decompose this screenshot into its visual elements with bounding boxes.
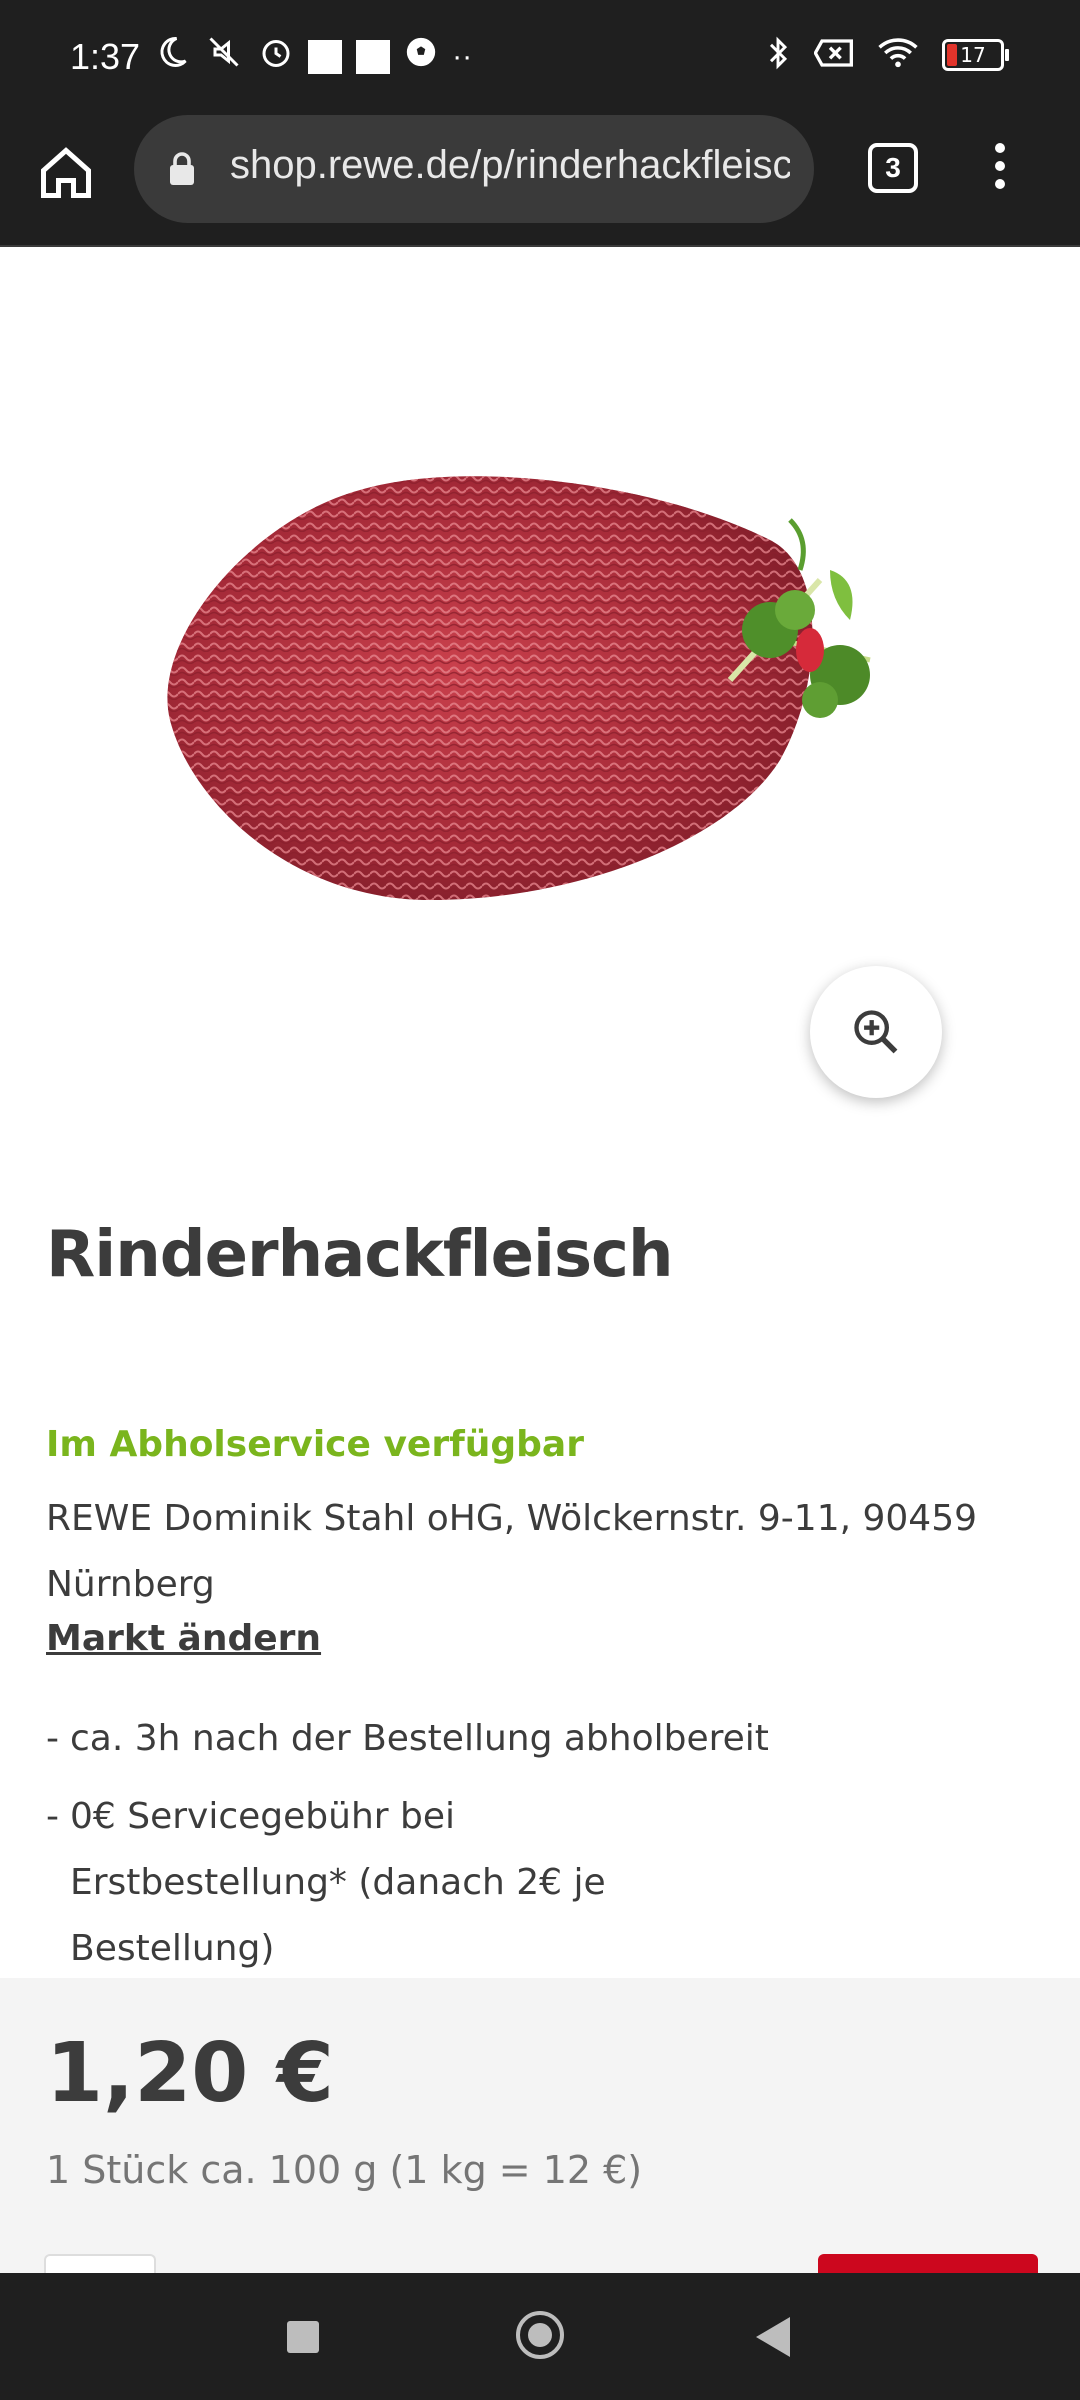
zoom-in-icon [854,1010,898,1054]
price: 1,20 € [46,2026,334,2121]
data-off-icon [813,37,854,73]
list-item: - 0€ Servicegebühr bei Erstbestellung* (… [46,1784,970,1982]
availability-label: Im Abholservice verfügbar [46,1424,584,1465]
product-image[interactable] [130,460,950,930]
dot-icon [995,143,1005,153]
product-title: Rinderhackfleisch [46,1218,674,1292]
square-notification-icon [308,39,343,74]
status-time: 1:37 [70,35,141,77]
bullet-text: ca. 3h nach der Bestellung abholbereit [70,1718,769,1759]
wifi-icon [876,36,920,74]
status-left: 1:37 ·· [70,34,472,79]
alarm-icon [258,34,294,79]
url-field[interactable]: shop.rewe.de/p/rinderhackfleisch [134,115,814,223]
status-right: 17 [764,34,1009,76]
dot-icon [995,161,1005,171]
tab-switcher-button[interactable]: 3 [868,143,918,193]
lock-icon [168,151,196,185]
battery-level: 17 [960,43,986,67]
system-nav-bar [0,2273,1080,2400]
bullet-dash: - [46,1796,59,1837]
unit-info: 1 Stück ca. 100 g (1 kg = 12 €) [46,2148,643,2192]
recents-button[interactable] [287,2321,319,2353]
back-button[interactable] [756,2317,790,2357]
bullet-dash: - [46,1718,59,1759]
pickup-info-list: - ca. 3h nach der Bestellung abholbereit… [46,1706,970,1982]
more-dots-icon: ·· [452,39,473,73]
bullet-text: 0€ Servicegebühr bei Erstbestellung* (da… [70,1796,606,1969]
soccer-icon [404,35,438,78]
bluetooth-icon [764,34,792,76]
home-button[interactable] [36,143,96,203]
dot-icon [995,179,1005,189]
price-section: 1,20 € 1 Stück ca. 100 g (1 kg = 12 €) [0,1978,1080,2296]
url-text: shop.rewe.de/p/rinderhackfleisch [230,143,790,187]
list-item: - ca. 3h nach der Bestellung abholbereit [46,1706,970,1772]
home-icon [41,147,91,198]
home-nav-button[interactable] [516,2311,564,2359]
mute-icon [204,34,244,79]
change-market-link[interactable]: Markt ändern [46,1618,321,1659]
store-address: REWE Dominik Stahl oHG, Wölckernstr. 9-1… [46,1498,978,1605]
moon-icon [154,34,190,79]
battery-icon: 17 [942,39,1009,71]
browser-toolbar: shop.rewe.de/p/rinderhackfleisch 3 [0,115,1080,247]
zoom-button[interactable] [810,966,942,1098]
overflow-menu-button[interactable] [990,143,1010,197]
square-notification-icon [356,39,391,74]
status-bar: 1:37 ·· 17 [0,0,1080,115]
